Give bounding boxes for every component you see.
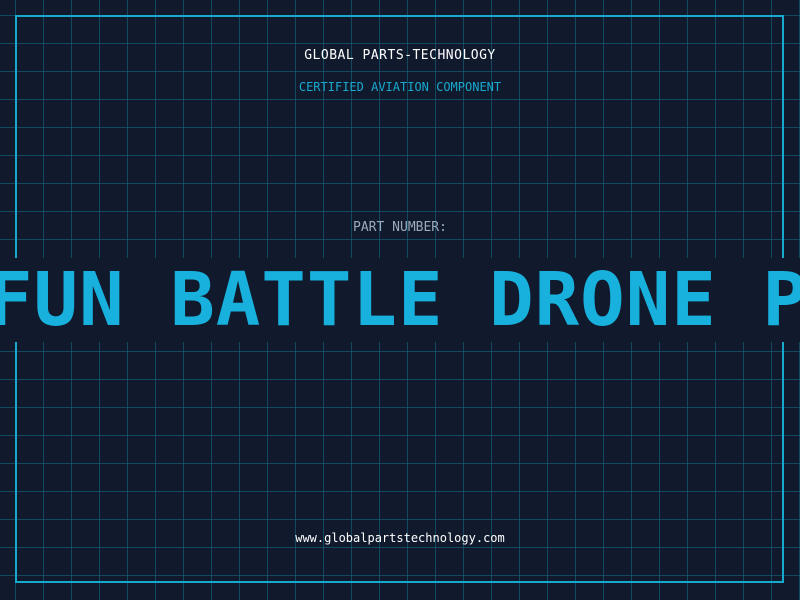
certification-tagline: CERTIFIED AVIATION COMPONENT <box>298 80 502 94</box>
company-name: GLOBAL PARTS-TECHNOLOGY <box>304 48 496 63</box>
part-number-label: PART NUMBER: <box>353 220 447 235</box>
part-certificate: GLOBAL PARTS-TECHNOLOGY CERTIFIED AVIATI… <box>0 0 800 600</box>
part-number-value: FUN BATTLE DRONE PA <box>0 258 800 342</box>
website-url: www.globalpartstechnology.com <box>295 531 505 545</box>
part-number-band: FUN BATTLE DRONE PA <box>0 258 800 342</box>
